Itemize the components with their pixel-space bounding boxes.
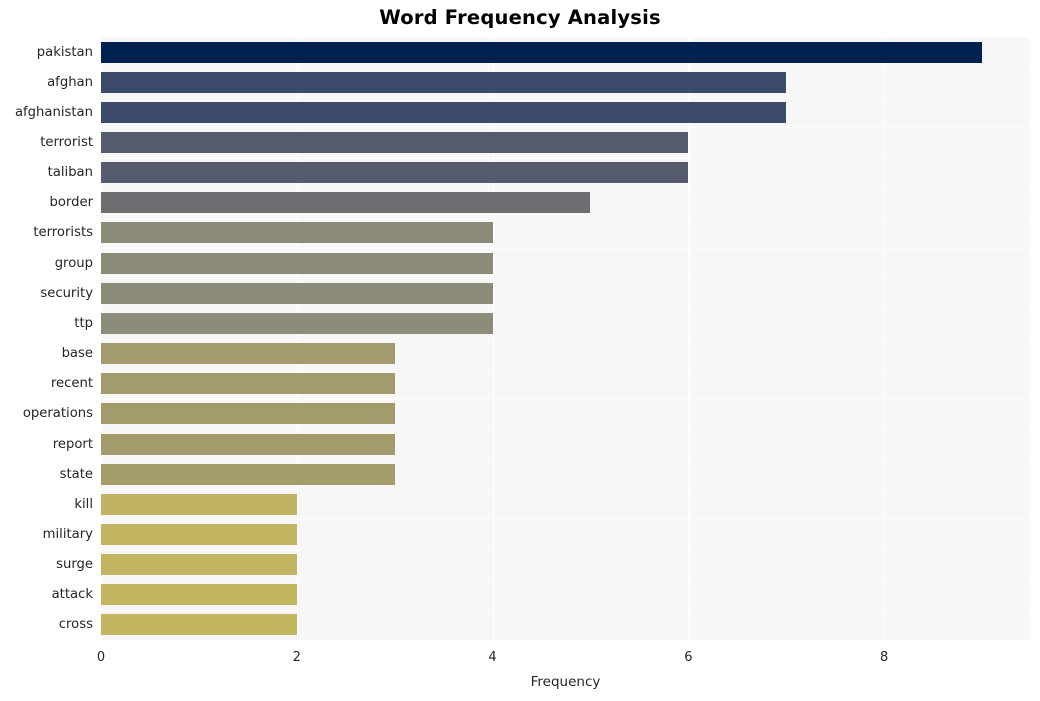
bar-kill[interactable] (101, 493, 297, 515)
y-tick-label-state: state (59, 466, 93, 482)
bar-security[interactable] (101, 282, 493, 304)
row-separator (101, 97, 1030, 99)
bar-group[interactable] (101, 252, 493, 274)
bar-report[interactable] (101, 433, 395, 455)
y-tick-label-terrorists: terrorists (33, 225, 93, 241)
y-tick-label-kill: kill (74, 496, 93, 512)
row-separator (101, 428, 1030, 430)
y-tick-label-taliban: taliban (47, 165, 93, 181)
row-separator (101, 67, 1030, 69)
bar-operations[interactable] (101, 403, 395, 425)
bar-recent[interactable] (101, 373, 395, 395)
y-tick-label-group: group (54, 255, 93, 271)
bar-surge[interactable] (101, 554, 297, 576)
plot-area (101, 37, 1030, 640)
bar-border[interactable] (101, 192, 591, 214)
x-axis-label: Frequency (530, 674, 601, 690)
row-separator (101, 157, 1030, 159)
row-separator (101, 549, 1030, 551)
y-tick-label-cross: cross (58, 617, 93, 633)
y-tick-label-afghanistan: afghanistan (14, 104, 93, 120)
row-separator (101, 368, 1030, 370)
bar-ttp[interactable] (101, 312, 493, 334)
y-tick-label-afghan: afghan (47, 74, 93, 90)
y-tick-label-pakistan: pakistan (36, 44, 93, 60)
row-separator (101, 338, 1030, 340)
row-separator (101, 579, 1030, 581)
row-separator (101, 398, 1030, 400)
bar-military[interactable] (101, 523, 297, 545)
row-separator (101, 37, 1030, 38)
y-tick-label-base: base (61, 346, 93, 362)
x-tick-label-8: 8 (879, 650, 889, 665)
chart-figure: Word Frequency Analysis pakistan afghan af… (0, 0, 1040, 701)
row-separator (101, 217, 1030, 219)
row-separator (101, 308, 1030, 310)
row-separator (101, 519, 1030, 521)
y-tick-label-military: military (42, 526, 93, 542)
bar-afghan[interactable] (101, 71, 787, 93)
page-title: Word Frequency Analysis (379, 6, 661, 29)
bar-terrorists[interactable] (101, 222, 493, 244)
row-separator (101, 187, 1030, 189)
y-tick-label-surge: surge (56, 557, 93, 573)
x-tick-label-6: 6 (684, 650, 693, 665)
y-tick-label-recent: recent (50, 376, 93, 392)
x-tick-label-2: 2 (292, 650, 301, 665)
row-separator (101, 459, 1030, 461)
row-separator (101, 609, 1030, 611)
bar-terrorist[interactable] (101, 132, 689, 154)
y-tick-label-report: report (52, 436, 93, 452)
row-separator (101, 248, 1030, 250)
x-tick-label-4: 4 (488, 650, 497, 665)
y-tick-label-border: border (49, 195, 93, 211)
bar-state[interactable] (101, 463, 395, 485)
bar-base[interactable] (101, 343, 395, 365)
row-separator (101, 127, 1030, 129)
bar-cross[interactable] (101, 614, 297, 636)
bar-attack[interactable] (101, 584, 297, 606)
x-tick-label-0: 0 (96, 650, 106, 665)
y-tick-label-attack: attack (51, 587, 93, 603)
bar-taliban[interactable] (101, 162, 689, 184)
y-tick-label-terrorist: terrorist (40, 135, 93, 151)
bar-afghanistan[interactable] (101, 101, 787, 123)
y-tick-label-security: security (40, 285, 93, 301)
bar-pakistan[interactable] (101, 41, 983, 63)
y-tick-label-operations: operations (22, 406, 93, 422)
row-separator (101, 278, 1030, 280)
y-tick-label-ttp: ttp (74, 315, 93, 331)
row-separator (101, 489, 1030, 491)
